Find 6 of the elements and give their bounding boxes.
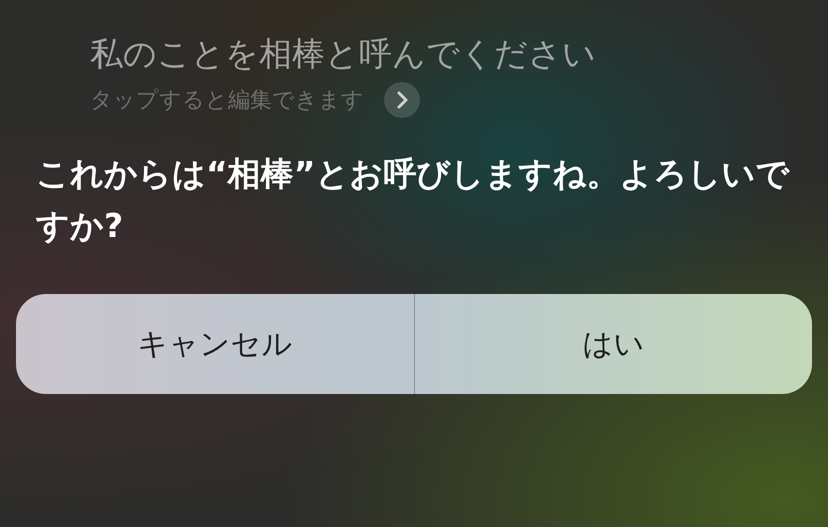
dialog-button[interactable]: キャンセル <box>16 294 414 394</box>
response-text: これからは“相棒”とお呼びしますね。よろしいですか? <box>36 153 791 247</box>
dialog-button[interactable]: はい <box>414 294 812 394</box>
edit-hint: タップすると編集できます <box>90 87 364 115</box>
query-text[interactable]: 私のことを相棒と呼んでください <box>90 30 812 78</box>
chevron-icon[interactable] <box>384 82 420 118</box>
